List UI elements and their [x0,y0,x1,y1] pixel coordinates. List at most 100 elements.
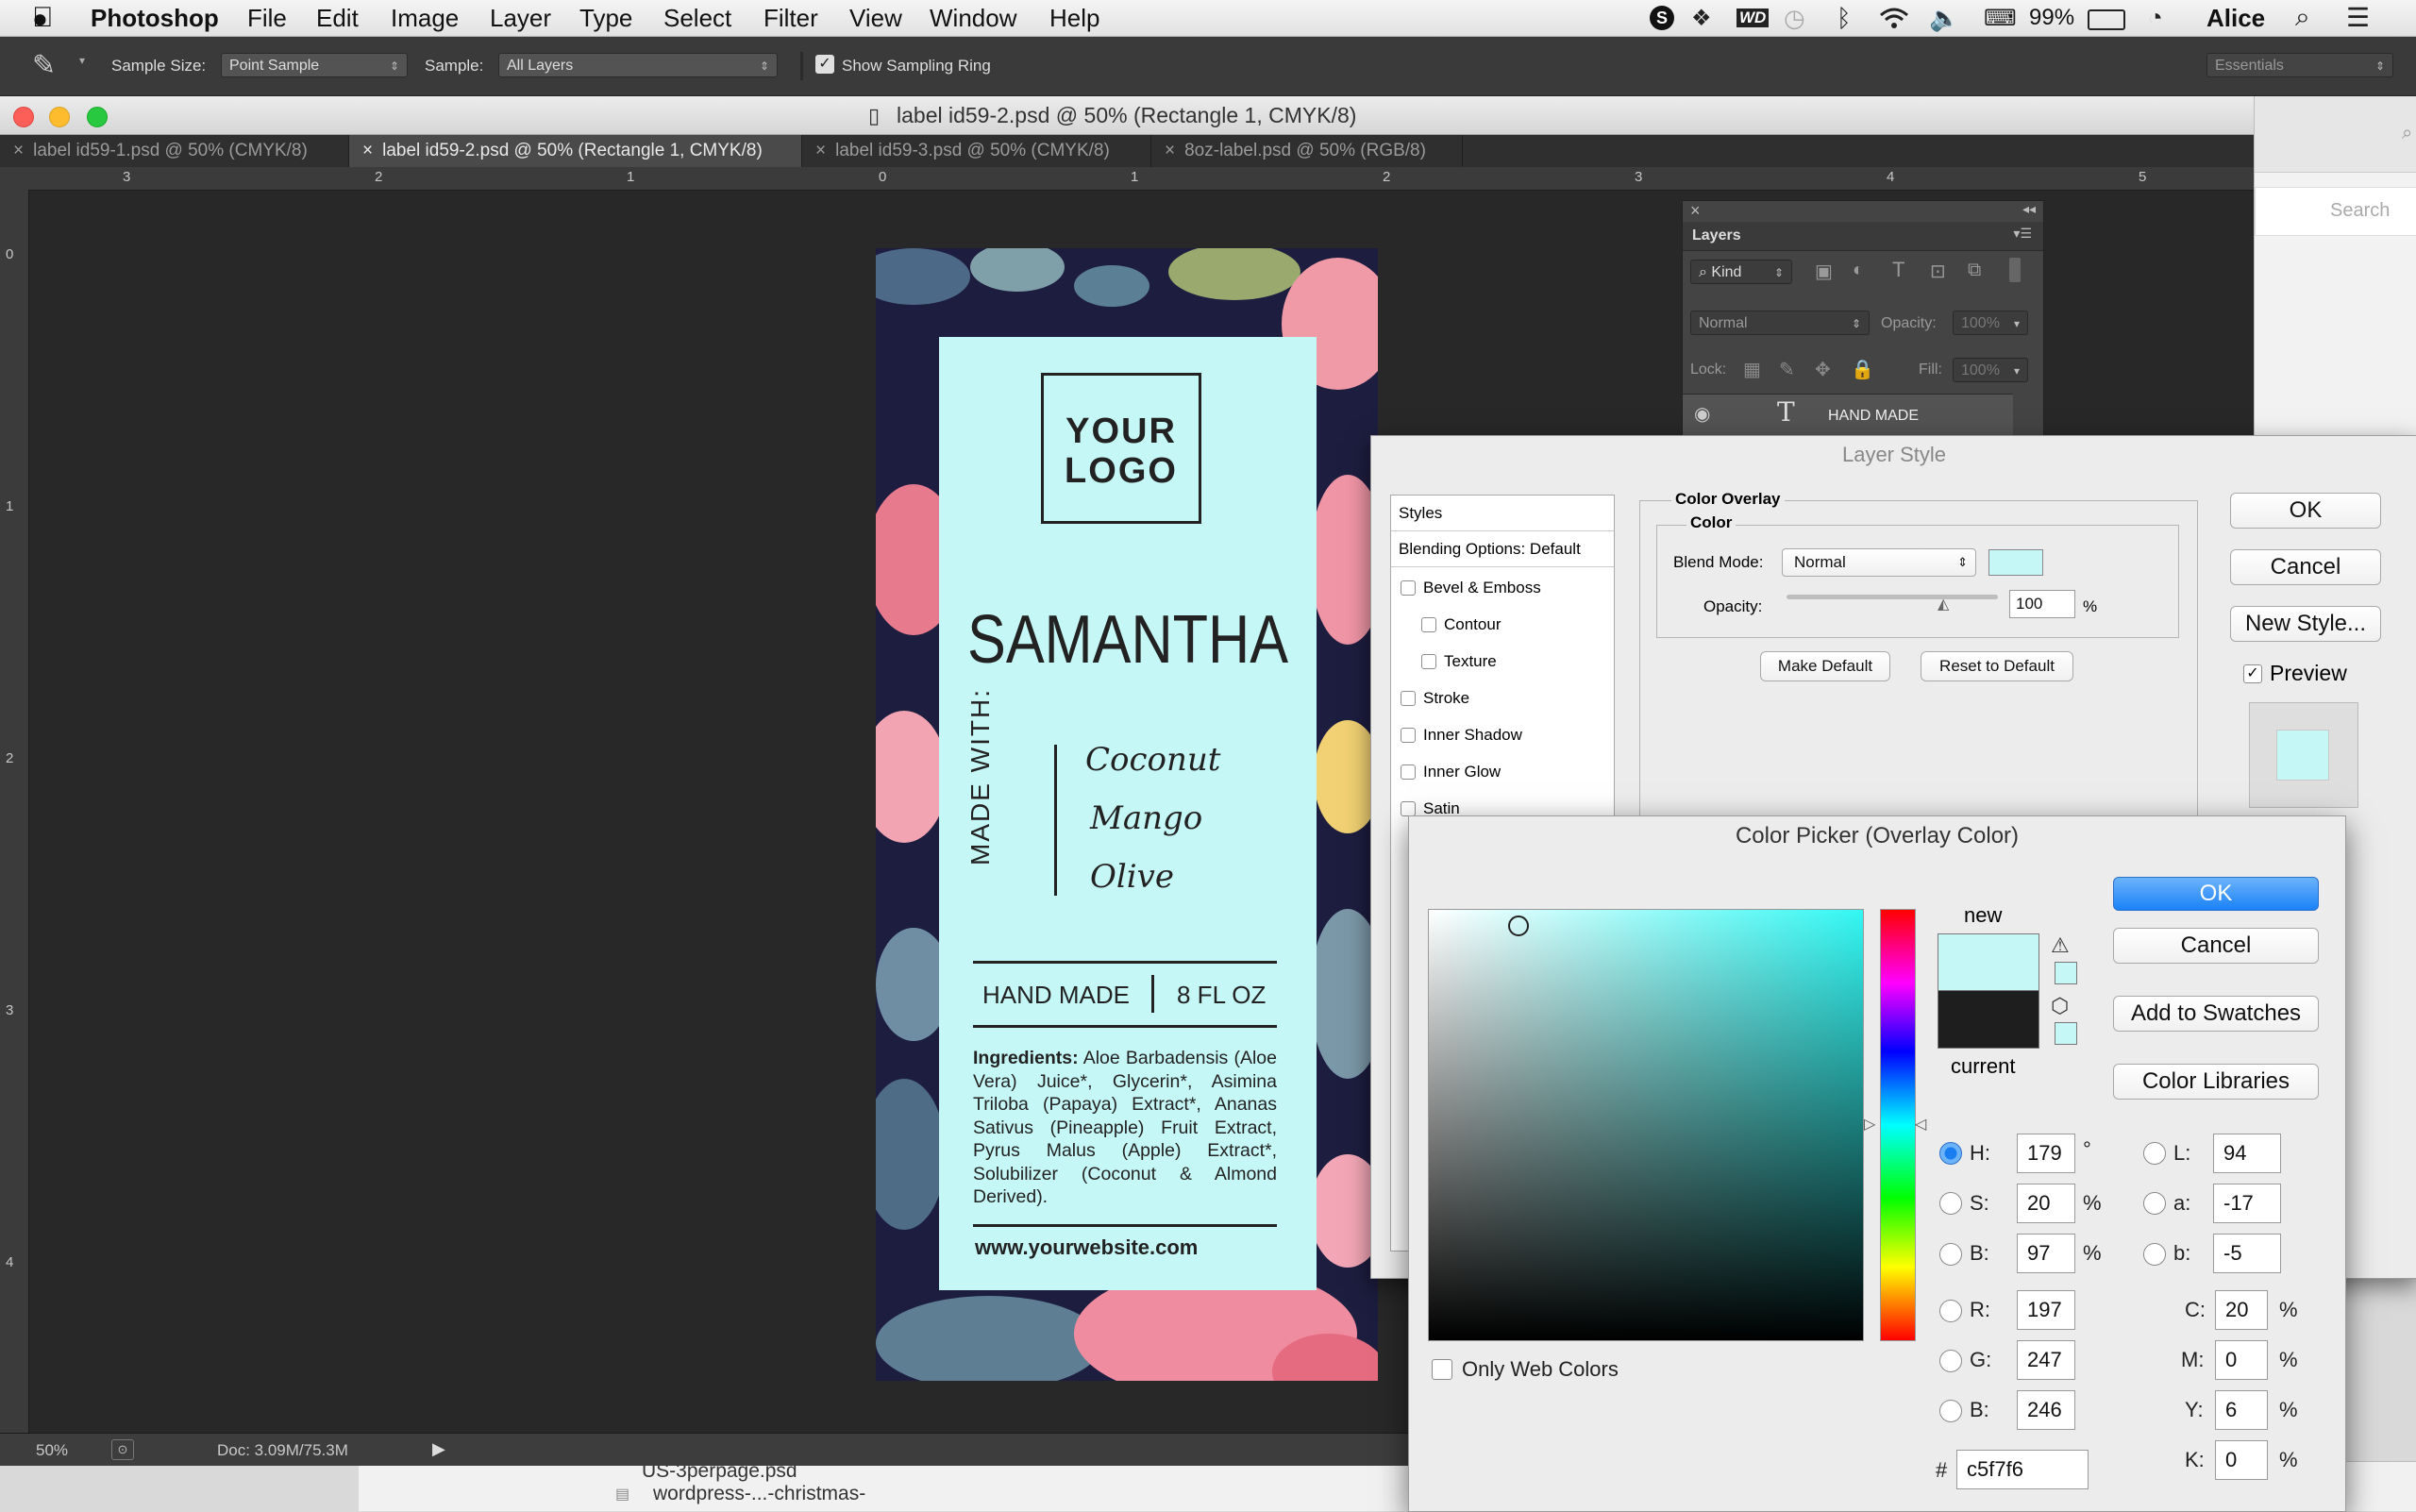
stroke-checkbox[interactable] [1401,691,1416,706]
shape-filter-icon[interactable]: ⊡ [1930,260,1946,283]
close-tab-icon[interactable]: × [815,141,826,160]
lab-a-field[interactable]: -17 [2213,1184,2281,1223]
close-tab-icon[interactable]: × [13,141,24,160]
collapse-panel-icon[interactable]: ◂◂ [2022,201,2036,217]
new-style-button[interactable]: New Style... [2230,606,2381,642]
green-radio[interactable] [1939,1350,1962,1372]
magenta-field[interactable]: 0 [2215,1340,2268,1380]
lab-a-radio[interactable] [2143,1192,2166,1215]
only-web-colors-checkbox[interactable] [1432,1359,1452,1380]
cancel-button[interactable]: Cancel [2230,549,2381,585]
sample-select[interactable]: All Layers ⇕ [498,53,778,77]
style-item-inner-shadow[interactable]: Inner Shadow [1423,726,1522,745]
menu-app-name[interactable]: Photoshop [91,4,219,33]
wifi-icon[interactable] [1878,7,1910,29]
close-panel-icon[interactable]: × [1690,201,1701,221]
finder-search-field[interactable]: Search [2330,200,2390,222]
opacity-slider[interactable] [1787,595,1998,599]
label-panel[interactable]: YOUR LOGO SAMANTHA MADE WITH: Coconut Ma… [939,337,1317,1290]
inner-glow-checkbox[interactable] [1401,764,1416,780]
file-item[interactable]: wordpress-...-christmas- [653,1483,865,1505]
panel-menu-icon[interactable]: ▾☰ [2013,226,2032,242]
blend-mode-select[interactable]: Normal ⇕ [1782,548,1976,577]
zoom-level[interactable]: 50% [36,1441,68,1460]
color-libraries-button[interactable]: Color Libraries [2113,1064,2319,1100]
close-tab-icon[interactable]: × [1165,141,1175,160]
menu-help[interactable]: Help [1049,4,1099,33]
tab-label-id59-1[interactable]: × label id59-1.psd @ 50% (CMYK/8) [0,135,349,167]
visibility-eye-icon[interactable]: ◉ [1694,402,1710,426]
battery-icon[interactable] [2088,9,2125,30]
show-ring-checkbox[interactable]: ✓ [815,55,834,74]
red-radio[interactable] [1939,1300,1962,1322]
volume-icon[interactable]: 🔈 [1929,4,1959,33]
satin-checkbox[interactable] [1401,801,1416,816]
reset-default-button[interactable]: Reset to Default [1921,651,2073,681]
minimize-button[interactable] [49,107,70,127]
styles-header[interactable]: Styles [1391,496,1614,531]
menu-file[interactable]: File [247,4,287,33]
share-icon[interactable]: ⊙ [111,1439,134,1460]
zoom-button[interactable] [87,107,108,127]
layers-tab[interactable]: Layers [1692,227,1741,244]
kind-filter-select[interactable]: ⌕ Kind ⇕ [1690,260,1792,284]
black-field[interactable]: 0 [2215,1440,2268,1480]
ok-button[interactable]: OK [2230,493,2381,529]
saturation-field[interactable]: 20 [2017,1184,2075,1223]
lab-l-radio[interactable] [2143,1142,2166,1165]
menu-type[interactable]: Type [579,4,632,33]
add-to-swatches-button[interactable]: Add to Swatches [2113,996,2319,1032]
menu-window[interactable]: Window [930,4,1016,33]
close-tab-icon[interactable]: × [362,141,373,160]
style-item-stroke[interactable]: Stroke [1423,689,1469,708]
notification-center-icon[interactable]: ☰ [2346,2,2370,33]
cancel-button[interactable]: Cancel [2113,928,2319,964]
menu-view[interactable]: View [849,4,902,33]
pixel-filter-icon[interactable]: ▣ [1815,260,1833,283]
eyedropper-icon[interactable]: ✎ [32,49,56,82]
workspace-select[interactable]: Essentials ⇕ [2206,53,2393,77]
spotlight-search-icon[interactable]: ⌕ [2295,2,2310,33]
red-field[interactable]: 197 [2017,1290,2075,1330]
gamut-swatch[interactable] [2055,962,2077,984]
menu-select[interactable]: Select [663,4,731,33]
horizontal-ruler[interactable]: 3 2 1 0 1 2 3 4 5 [0,167,2254,191]
saturation-radio[interactable] [1939,1192,1962,1215]
time-machine-icon[interactable]: ◷ [1784,4,1805,33]
blue-radio[interactable] [1939,1400,1962,1422]
skype-icon[interactable]: S [1650,6,1674,30]
web-safe-swatch[interactable] [2055,1022,2077,1045]
tool-preset-arrow-icon[interactable]: ▾ [79,54,85,67]
smart-object-filter-icon[interactable]: ⧉ [1968,260,1981,281]
dropbox-icon[interactable]: ❖ [1691,5,1712,32]
style-item-contour[interactable]: Contour [1444,615,1501,634]
hue-slider-right-arrow-icon[interactable]: ◁ [1915,1115,1926,1134]
fill-field[interactable]: 100% ▾ [1953,358,2028,382]
close-button[interactable] [13,107,34,127]
current-color-swatch[interactable] [1938,990,2039,1049]
layer-row[interactable]: ◉ T HAND MADE [1683,394,2013,438]
brightness-field[interactable]: 97 [2017,1234,2075,1273]
style-item-inner-glow[interactable]: Inner Glow [1423,763,1501,781]
hue-slider[interactable] [1880,909,1916,1341]
menu-filter[interactable]: Filter [763,4,818,33]
layer-name[interactable]: HAND MADE [1828,408,1919,425]
hue-field[interactable]: 179 [2017,1134,2075,1173]
clock-icon[interactable]: ◔ [2148,3,2163,32]
menu-edit[interactable]: Edit [316,4,359,33]
opacity-field[interactable]: 100 [2009,590,2075,618]
ok-button[interactable]: OK [2113,877,2319,911]
bevel-emboss-checkbox[interactable] [1401,580,1416,596]
type-filter-icon[interactable]: T [1892,258,1904,282]
lock-move-icon[interactable]: ✥ [1815,358,1831,381]
cyan-field[interactable]: 20 [2215,1290,2268,1330]
make-default-button[interactable]: Make Default [1760,651,1890,681]
preview-checkbox[interactable]: ✓ [2243,664,2262,683]
tab-label-id59-3[interactable]: × label id59-3.psd @ 50% (CMYK/8) [802,135,1151,167]
menu-layer[interactable]: Layer [490,4,551,33]
web-safe-cube-icon[interactable]: ⬡ [2051,994,2069,1018]
hex-field[interactable]: c5f7f6 [1956,1450,2089,1489]
style-item-texture[interactable]: Texture [1444,652,1497,671]
blue-field[interactable]: 246 [2017,1390,2075,1430]
wd-icon[interactable]: WD [1736,8,1770,27]
